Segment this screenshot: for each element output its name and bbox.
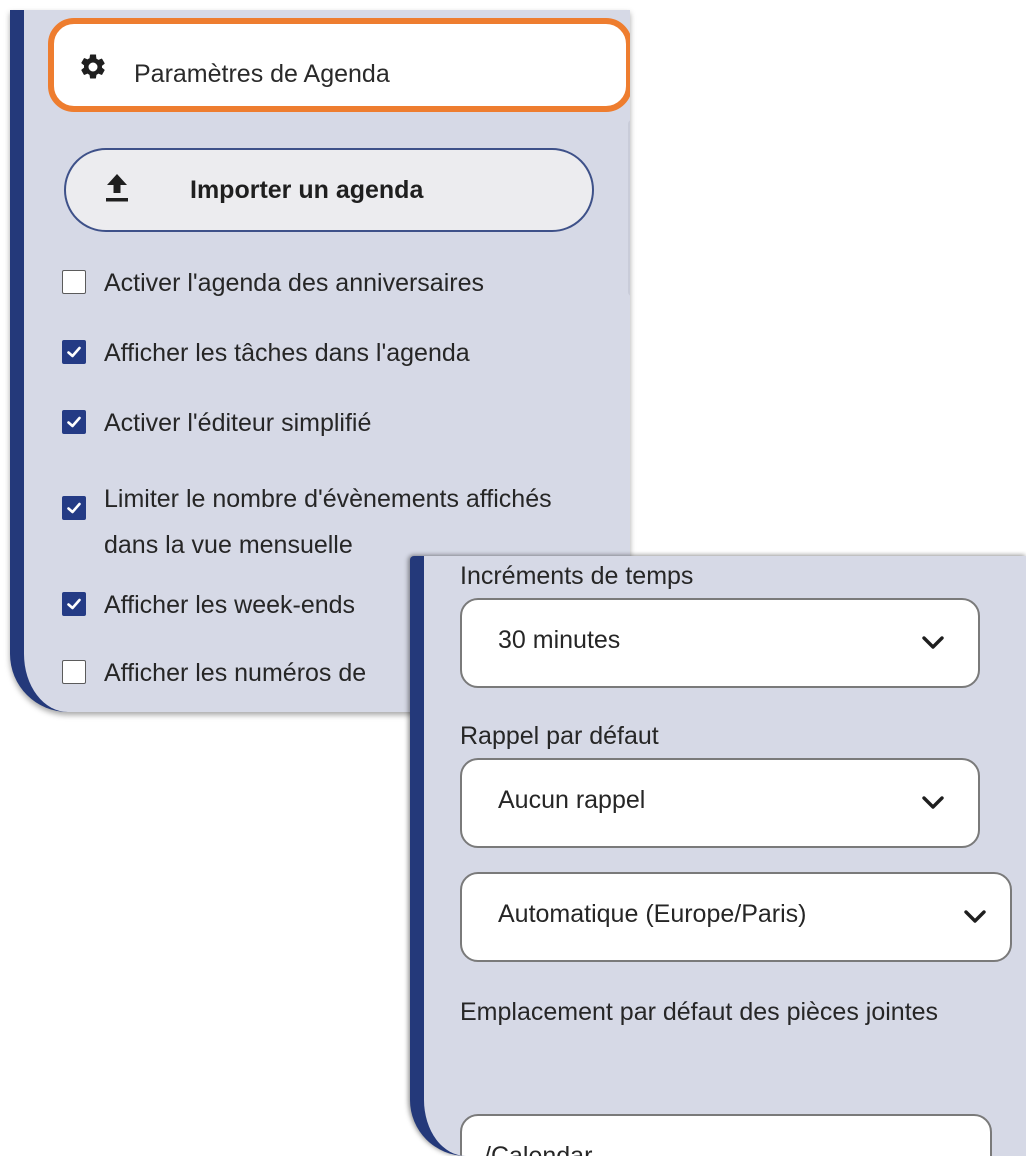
panel-scrollbar[interactable]	[628, 120, 630, 296]
attachments-location-input[interactable]: /Calendar	[460, 1114, 992, 1156]
timezone-value: Automatique (Europe/Paris)	[498, 900, 807, 928]
checkmark-icon	[67, 416, 81, 428]
checkbox[interactable]	[62, 410, 86, 434]
option-label: Activer l'agenda des anniversaires	[104, 269, 484, 297]
import-calendar-button[interactable]: Importer un agenda	[64, 148, 594, 232]
settings-title: Paramètres de Agenda	[134, 60, 390, 88]
checkbox[interactable]	[62, 660, 86, 684]
checkmark-icon	[67, 502, 81, 514]
option-label: Afficher les tâches dans l'agenda	[104, 339, 470, 367]
checkmark-icon	[67, 346, 81, 358]
chevron-down-icon	[922, 796, 944, 809]
checkbox[interactable]	[62, 270, 86, 294]
checkbox[interactable]	[62, 340, 86, 364]
time-increments-value: 30 minutes	[498, 626, 621, 654]
default-reminder-value: Aucun rappel	[498, 786, 646, 814]
gear-icon	[81, 54, 105, 79]
calendar-settings-panel-continued: Incréments de temps 30 minutes Rappel pa…	[410, 556, 1026, 1156]
checkbox[interactable]	[62, 496, 86, 520]
time-increments-label: Incréments de temps	[460, 562, 694, 590]
checkmark-icon	[67, 598, 81, 610]
attachments-location-value: /Calendar	[484, 1142, 593, 1156]
chevron-down-icon	[964, 910, 986, 923]
chevron-down-icon	[922, 636, 944, 649]
attachments-location-label: Emplacement par défaut des pièces jointe…	[460, 998, 939, 1026]
option-label: Activer l'éditeur simplifié	[104, 409, 372, 437]
time-increments-select[interactable]: 30 minutes	[460, 598, 980, 688]
timezone-select[interactable]: Automatique (Europe/Paris)	[460, 872, 1012, 962]
checkbox[interactable]	[62, 592, 86, 616]
default-reminder-label: Rappel par défaut	[460, 722, 659, 750]
calendar-settings-button[interactable]: Paramètres de Agenda	[48, 18, 630, 112]
upload-icon	[106, 174, 128, 202]
option-label: Limiter le nombre d'évènements affichés …	[104, 485, 552, 559]
option-label: Afficher les week-ends	[104, 591, 356, 619]
import-calendar-label: Importer un agenda	[190, 176, 424, 204]
default-reminder-select[interactable]: Aucun rappel	[460, 758, 980, 848]
option-label: Afficher les numéros de	[104, 659, 367, 687]
